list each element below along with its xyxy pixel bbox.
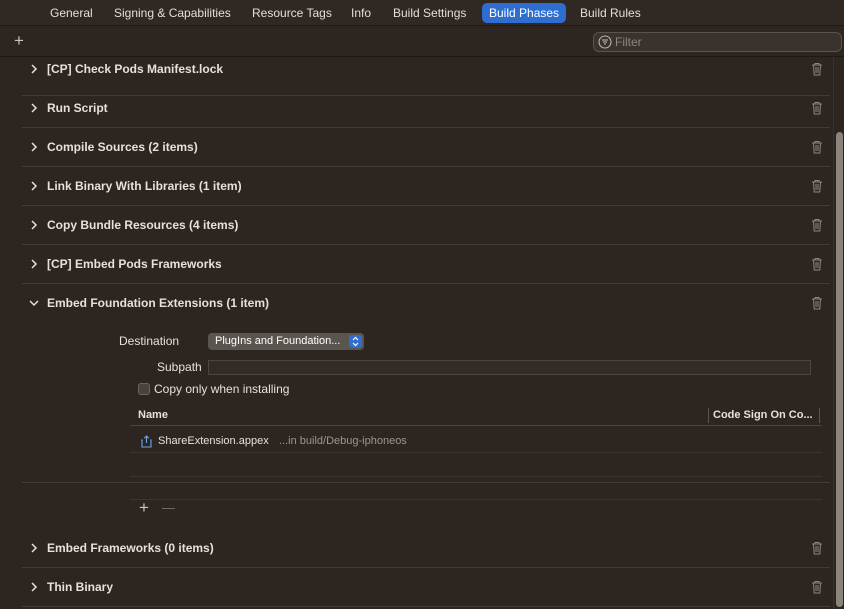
phase-title: Run Script [47, 101, 108, 115]
chevron-right-icon[interactable] [28, 258, 40, 270]
extension-icon [141, 435, 152, 448]
phase-embed-pods-frameworks[interactable]: [CP] Embed Pods Frameworks [22, 245, 830, 284]
trash-icon[interactable] [811, 140, 823, 154]
phase-title: Link Binary With Libraries (1 item) [47, 179, 242, 193]
file-path: ...in build/Debug-iphoneos [279, 435, 407, 447]
phase-title: [CP] Embed Pods Frameworks [47, 257, 222, 271]
column-code-sign[interactable]: Code Sign On Co... [713, 409, 813, 421]
chevron-right-icon[interactable] [28, 102, 40, 114]
trash-icon[interactable] [811, 257, 823, 271]
destination-popup[interactable]: PlugIns and Foundation... [208, 333, 364, 350]
scrollbar-thumb[interactable] [836, 132, 843, 607]
chevron-right-icon[interactable] [28, 63, 40, 75]
table-row[interactable]: ShareExtension.appex ...in build/Debug-i… [130, 430, 822, 453]
editor-tab-bar: General Signing & Capabilities Resource … [0, 0, 844, 26]
table-row-empty [130, 477, 822, 500]
phase-title: Compile Sources (2 items) [47, 140, 198, 154]
popup-stepper-icon [349, 335, 362, 348]
plus-icon[interactable]: + [12, 32, 26, 49]
chevron-right-icon[interactable] [28, 141, 40, 153]
chevron-right-icon[interactable] [28, 581, 40, 593]
column-name[interactable]: Name [138, 409, 168, 421]
trash-icon[interactable] [811, 62, 823, 76]
trash-icon[interactable] [811, 218, 823, 232]
phase-copy-bundle-resources[interactable]: Copy Bundle Resources (4 items) [22, 206, 830, 245]
column-divider[interactable] [708, 408, 709, 423]
column-divider[interactable] [819, 408, 820, 423]
tab-info[interactable]: Info [344, 3, 378, 23]
chevron-right-icon[interactable] [28, 180, 40, 192]
files-table-header: Name Code Sign On Co... [130, 406, 822, 426]
destination-label: Destination [119, 334, 180, 348]
phase-title: [CP] Check Pods Manifest.lock [47, 62, 224, 76]
chevron-right-icon[interactable] [28, 219, 40, 231]
build-phases-list: [CP] Check Pods Manifest.lock Run Script… [0, 57, 844, 609]
trash-icon[interactable] [811, 580, 823, 594]
copy-only-checkbox[interactable] [138, 383, 150, 395]
trash-icon[interactable] [811, 101, 823, 115]
trash-icon[interactable] [811, 296, 823, 310]
copy-only-label[interactable]: Copy only when installing [154, 382, 289, 396]
phase-title: Embed Frameworks (0 items) [47, 541, 214, 555]
phase-title: Copy Bundle Resources (4 items) [47, 218, 239, 232]
tab-signing-capabilities[interactable]: Signing & Capabilities [107, 3, 238, 23]
chevron-down-icon[interactable] [28, 297, 40, 309]
remove-file-icon[interactable] [162, 508, 175, 509]
file-name: ShareExtension.appex [158, 435, 269, 447]
trash-icon[interactable] [811, 179, 823, 193]
tab-resource-tags[interactable]: Resource Tags [245, 3, 339, 23]
phase-title: Thin Binary [47, 580, 114, 594]
table-row-empty [130, 454, 822, 477]
tab-build-phases[interactable]: Build Phases [482, 3, 567, 23]
phase-run-script[interactable]: Run Script [22, 89, 830, 128]
phase-compile-sources[interactable]: Compile Sources (2 items) [22, 128, 830, 167]
filter-icon [598, 35, 612, 49]
filter-placeholder: Filter [615, 35, 642, 49]
vertical-scrollbar[interactable] [833, 57, 844, 609]
tab-build-rules[interactable]: Build Rules [573, 3, 648, 23]
add-file-icon[interactable]: + [137, 499, 151, 516]
chevron-right-icon[interactable] [28, 542, 40, 554]
destination-value: PlugIns and Foundation... [215, 335, 341, 347]
phase-thin-binary[interactable]: Thin Binary [22, 568, 830, 607]
filter-field[interactable]: Filter [593, 32, 842, 52]
tab-general[interactable]: General [43, 3, 100, 23]
phase-link-binary[interactable]: Link Binary With Libraries (1 item) [22, 167, 830, 206]
phase-title[interactable]: Embed Foundation Extensions (1 item) [47, 291, 269, 315]
tab-build-settings[interactable]: Build Settings [386, 3, 473, 23]
subpath-label: Subpath [157, 360, 202, 374]
phase-embed-frameworks[interactable]: Embed Frameworks (0 items) [22, 529, 830, 568]
subpath-field[interactable] [208, 360, 811, 375]
trash-icon[interactable] [811, 541, 823, 555]
phases-toolbar: + Filter [0, 27, 844, 57]
